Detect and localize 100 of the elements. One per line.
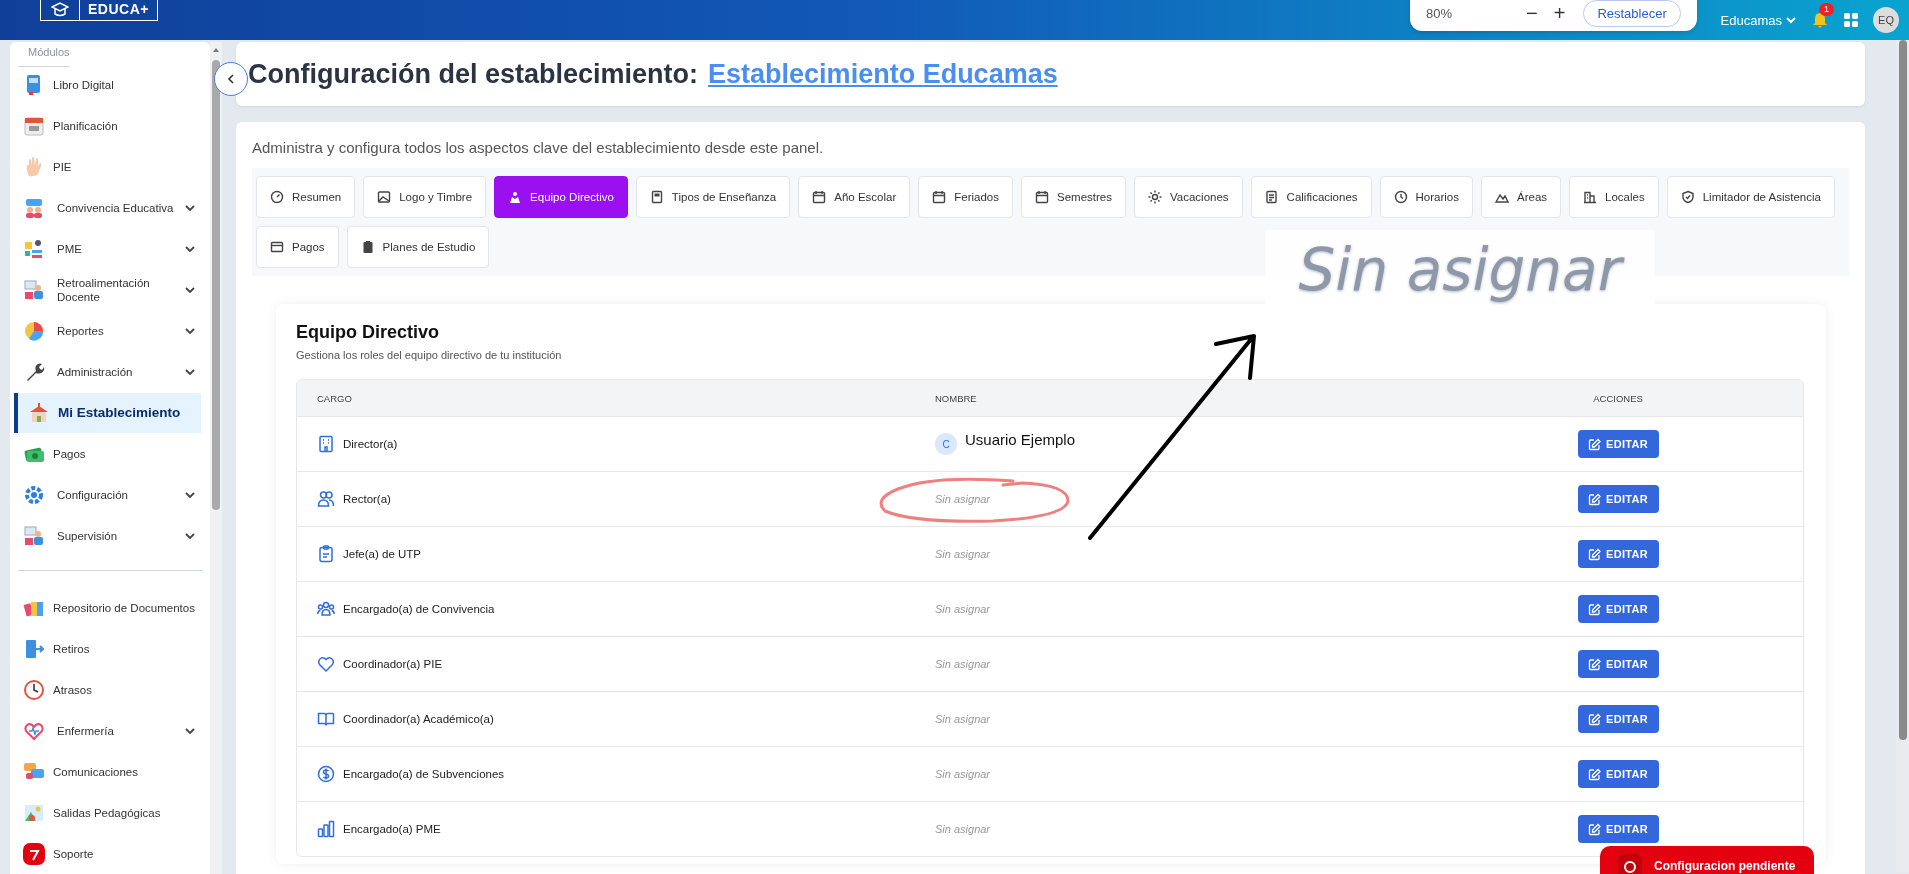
chevron-down-icon: [184, 530, 196, 542]
scroll-up-icon[interactable]: [212, 46, 220, 54]
edit-button[interactable]: EDITAR: [1577, 705, 1659, 733]
clock-icon: [23, 679, 45, 701]
sidebar-item[interactable]: Configuración: [10, 475, 210, 515]
edit-button[interactable]: EDITAR: [1577, 650, 1659, 678]
chevron-down-icon: [184, 725, 196, 737]
exit-icon: [23, 638, 45, 660]
dollar-icon: [317, 765, 335, 783]
heart-icon: [23, 720, 45, 742]
sidebar-item[interactable]: Comunicaciones: [10, 752, 210, 792]
edit-button[interactable]: EDITAR: [1577, 540, 1659, 568]
zoom-out-button[interactable]: −: [1518, 2, 1546, 25]
apps-grid-icon[interactable]: [1843, 12, 1859, 28]
sidebar-item[interactable]: Repositorio de Documentos: [10, 588, 210, 628]
edit-button[interactable]: EDITAR: [1577, 430, 1659, 458]
role-name: Director(a): [343, 438, 398, 450]
edit-icon: [1588, 437, 1602, 451]
section-heading: Equipo Directivo: [296, 322, 440, 343]
book-icon: [649, 190, 664, 204]
tab[interactable]: Equipo Directivo: [494, 176, 628, 218]
support-icon: [23, 843, 45, 865]
edit-icon: [1588, 492, 1602, 506]
sidebar-item[interactable]: Enfermería: [10, 711, 210, 751]
role-name: Coordinador(a) PIE: [343, 658, 443, 670]
sidebar-item[interactable]: Supervisión: [10, 516, 210, 556]
building-icon: [1583, 190, 1598, 204]
edit-icon: [1588, 822, 1602, 836]
zoom-in-button[interactable]: +: [1545, 2, 1574, 25]
calendar-icon: [1035, 190, 1049, 204]
tab[interactable]: Resumen: [256, 176, 356, 218]
document-icon: [1264, 190, 1279, 204]
section-title: Módulos: [18, 42, 70, 67]
reset-button[interactable]: Restablecer: [1583, 0, 1681, 27]
edit-icon: [1588, 657, 1602, 671]
calendar-icon: [23, 115, 45, 137]
edit-icon: [1588, 767, 1602, 781]
chevron-down-icon: [184, 202, 196, 214]
sidebar-item[interactable]: PIE: [10, 147, 210, 187]
people-icon: [23, 197, 45, 219]
member-name: Usuario Ejemplo: [965, 430, 1076, 448]
tab[interactable]: Planes de Estudio: [346, 226, 490, 268]
role-name: Jefe(a) de UTP: [343, 548, 421, 560]
role-name: Coordinador(a) Académico(a): [343, 713, 494, 725]
tab[interactable]: Logo y Timbre: [363, 176, 487, 218]
page-title: Configuración del establecimiento:: [248, 58, 699, 90]
sidebar-item[interactable]: Atrasos: [10, 670, 210, 710]
tab[interactable]: Locales: [1569, 176, 1659, 218]
shield-icon: [1680, 190, 1695, 204]
pending-config-button[interactable]: Configuracion pendiente: [1600, 846, 1814, 874]
logo[interactable]: EDUCA+: [40, 0, 158, 21]
chevron-down-icon: [184, 489, 196, 501]
sidebar-item[interactable]: Convivencia Educativa: [10, 188, 210, 228]
tab[interactable]: Áreas: [1481, 176, 1562, 218]
role-name: Encargado(a) PME: [343, 823, 441, 835]
tab[interactable]: Vacaciones: [1134, 176, 1243, 218]
member-name: Sin asignar: [935, 823, 991, 835]
sidebar-item[interactable]: Libro Digital: [10, 65, 210, 105]
tab[interactable]: Año Escolar: [798, 176, 911, 218]
presenter-icon: [23, 279, 45, 301]
sidebar-item[interactable]: Soporte: [10, 834, 210, 874]
chevron-down-icon: [1785, 14, 1797, 26]
sun-icon: [1148, 190, 1162, 204]
tab[interactable]: Limitador de Asistencia: [1666, 176, 1835, 218]
sidebar-item[interactable]: Mi Establecimiento: [14, 393, 201, 433]
school-icon: [28, 402, 50, 424]
pie-chart-icon: [23, 320, 45, 342]
column-header: CARGO: [317, 392, 352, 404]
role-name: Rector(a): [343, 493, 391, 505]
edit-button[interactable]: EDITAR: [1577, 485, 1659, 513]
scrollbar-thumb[interactable]: [212, 60, 220, 510]
sidebar-item[interactable]: Planificación: [10, 106, 210, 146]
users-icon: [317, 490, 335, 508]
presenter-icon: [23, 525, 45, 547]
chevron-down-icon: [184, 243, 196, 255]
tab[interactable]: Tipos de Enseñanza: [635, 176, 791, 218]
member-name: Sin asignar: [935, 768, 991, 780]
sidebar-item[interactable]: Administración: [10, 352, 210, 392]
book-icon: [317, 710, 335, 728]
sidebar-item[interactable]: Retroalimentación Docente: [10, 270, 210, 310]
tab[interactable]: Feriados: [918, 176, 1013, 218]
scrollbar-thumb[interactable]: [1899, 40, 1907, 740]
image-icon: [377, 190, 392, 204]
bell-icon[interactable]: [1811, 11, 1829, 29]
tab[interactable]: Horarios: [1379, 176, 1473, 218]
user-avatar[interactable]: EQ: [1873, 7, 1899, 33]
edit-icon: [1588, 602, 1602, 616]
sidebar-item[interactable]: PME: [10, 229, 210, 269]
tab[interactable]: Pagos: [256, 226, 339, 268]
sidebar-item[interactable]: Salidas Pedagógicas: [10, 793, 210, 833]
sidebar-item[interactable]: Retiros: [10, 629, 210, 669]
edit-icon: [1588, 547, 1602, 561]
sidebar-item[interactable]: Pagos: [10, 434, 210, 474]
sidebar-item[interactable]: Reportes: [10, 311, 210, 351]
edit-button[interactable]: EDITAR: [1577, 595, 1659, 623]
zoom-level: 80%: [1426, 6, 1454, 21]
edit-button[interactable]: EDITAR: [1577, 760, 1659, 788]
tab[interactable]: Calificaciones: [1250, 176, 1372, 218]
tab[interactable]: Semestres: [1021, 176, 1126, 218]
edit-button[interactable]: EDITAR: [1577, 815, 1659, 843]
